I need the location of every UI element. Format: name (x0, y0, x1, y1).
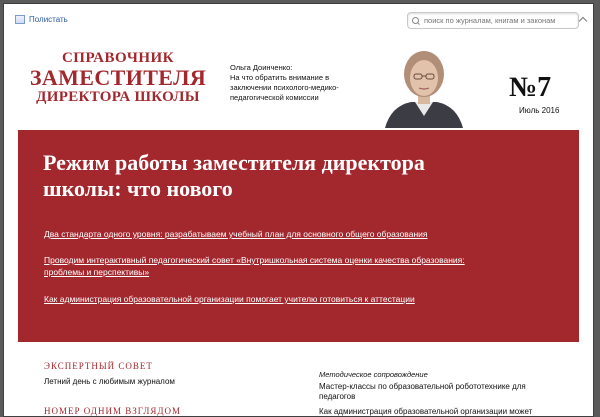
section-heading-expert: ЭКСПЕРТНЫЙ СОВЕТ (44, 361, 153, 371)
hero-title[interactable]: Режим работы заместителя директора школы… (43, 150, 463, 202)
author-article-teaser: На что обратить внимание в заключении пс… (230, 73, 339, 102)
hero-link-2[interactable]: Проводим интерактивный педагогический со… (44, 254, 504, 278)
flip-label: Полистать (29, 15, 68, 24)
search-input[interactable] (424, 16, 574, 25)
issue-date: Июль 2016 (519, 106, 560, 115)
magazine-title-line3: ДИРЕКТОРА ШКОЛЫ (36, 89, 200, 105)
search-icon (412, 16, 420, 25)
article-link-robotics[interactable]: Мастер-классы по образовательной роботот… (319, 382, 549, 402)
author-portrait (381, 46, 467, 128)
flip-button[interactable]: Полистать (15, 15, 68, 24)
issue-number: №7 (509, 72, 552, 103)
magazine-title-line1: СПРАВОЧНИК (61, 50, 175, 66)
article-link-administration[interactable]: Как администрация образовательной органи… (319, 407, 549, 416)
chevron-up-icon[interactable] (579, 17, 589, 25)
magazine-title: СПРАВОЧНИК ЗАМЕСТИТЕЛЯ ДИРЕКТОРА ШКОЛЫ (18, 51, 218, 105)
category-label: Методическое сопровождение (319, 370, 428, 379)
book-icon (15, 15, 25, 24)
hero-panel: Режим работы заместителя директора школы… (18, 130, 579, 342)
hero-link-1[interactable]: Два стандарта одного уровня: разрабатыва… (44, 228, 464, 240)
section-item-expert[interactable]: Летний день с любимым журналом (44, 377, 175, 386)
hero-link-3[interactable]: Как администрация образовательной органи… (44, 293, 524, 305)
search-box[interactable] (407, 12, 579, 29)
section-heading-overview: НОМЕР ОДНИМ ВЗГЛЯДОМ (44, 406, 181, 416)
magazine-page: Полистать СПРАВОЧНИК ЗАМЕСТИТЕЛЯ ДИРЕКТО… (3, 3, 594, 417)
featured-author[interactable]: Ольга Доинченко: На что обратить внимани… (230, 63, 370, 103)
magazine-title-line2: ЗАМЕСТИТЕЛЯ (29, 65, 207, 90)
author-name: Ольга Доинченко: (230, 63, 293, 72)
